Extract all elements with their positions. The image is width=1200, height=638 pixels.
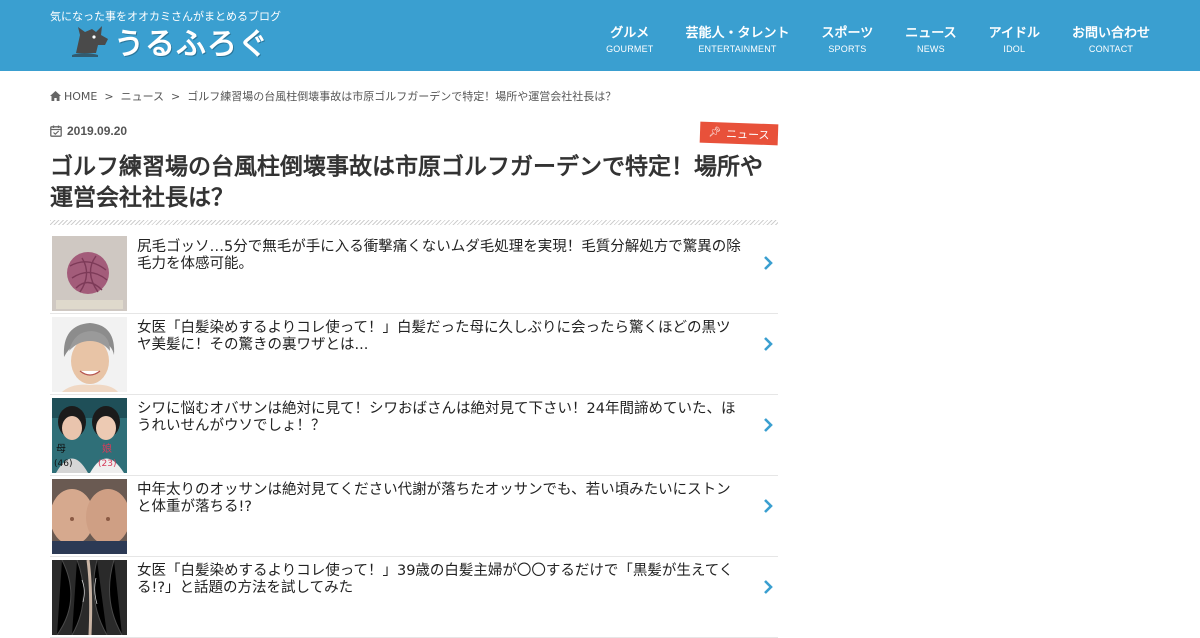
category-badge-label: ニュース — [725, 127, 770, 142]
breadcrumb-separator: > — [104, 89, 114, 103]
breadcrumb: HOME > ニュース > ゴルフ練習場の台風柱倒壊事故は市原ゴルフガーデンで特… — [50, 88, 616, 104]
chevron-right-icon — [764, 256, 773, 270]
list-item-title: 女医「白髪染めするよりコレ使って！」白髪だった母に久しぶりに会ったら驚くほどの黒… — [137, 320, 731, 353]
nav-item-news[interactable]: ニュース NEWS — [905, 26, 956, 56]
title-divider — [50, 220, 778, 225]
nav-item-idol[interactable]: アイドル IDOL — [989, 26, 1040, 56]
breadcrumb-home-link[interactable]: HOME — [64, 90, 97, 103]
pin-icon: 📌︎ — [708, 126, 722, 139]
article-title: ゴルフ練習場の台風柱倒壊事故は市原ゴルフガーデンで特定！場所や運営会社社長は？ — [50, 154, 763, 211]
nav-label: ニュース — [905, 26, 957, 41]
gray-hair-woman-thumbnail — [52, 317, 127, 392]
chevron-right-icon — [764, 580, 773, 594]
nav-label: 芸能人・タレント — [685, 26, 790, 41]
post-date-text: 2019.09.20 — [67, 124, 128, 138]
belly-thumbnail — [52, 479, 127, 554]
main-nav: グルメ GOURMET 芸能人・タレント ENTERTAINMENT スポーツ … — [574, 26, 1150, 56]
nav-sublabel: IDOL — [1003, 44, 1026, 54]
category-badge[interactable]: 📌︎ ニュース — [699, 121, 779, 146]
hair-removal-thumbnail — [52, 236, 127, 311]
site-logo[interactable]: うるふろぐ — [72, 22, 269, 62]
nav-label: スポーツ — [821, 26, 874, 41]
nav-item-sports[interactable]: スポーツ SPORTS — [822, 26, 874, 56]
nav-item-entertainment[interactable]: 芸能人・タレント ENTERTAINMENT — [686, 26, 790, 56]
logo-text: うるふろぐ — [114, 27, 269, 62]
list-item[interactable]: 尻毛ゴッソ…5分で無毛が手に入る衝撃痛くないムダ毛処理を実現！毛質分解処方で驚異… — [50, 233, 778, 314]
nav-item-gourmet[interactable]: グルメ GOURMET — [606, 26, 653, 56]
breadcrumb-category-link[interactable]: ニュース — [121, 88, 164, 104]
post-date: 2019.09.20 — [50, 124, 127, 138]
nav-item-contact[interactable]: お問い合わせ CONTACT — [1072, 26, 1150, 56]
nav-label: アイドル — [988, 26, 1040, 41]
calendar-icon — [50, 125, 62, 137]
list-item-title: 尻毛ゴッソ…5分で無毛が手に入る衝撃痛くないムダ毛処理を実現！毛質分解処方で驚異… — [137, 239, 741, 272]
thumb-label: (23) — [98, 459, 116, 469]
chevron-right-icon — [764, 499, 773, 513]
mother-daughter-thumbnail: 母 (46) 娘 (23) — [52, 398, 127, 473]
breadcrumb-current: ゴルフ練習場の台風柱倒壊事故は市原ゴルフガーデンで特定！場所や運営会社社長は？ — [187, 90, 617, 103]
nav-sublabel: CONTACT — [1088, 44, 1134, 54]
list-item-title: シワに悩むオバサンは絶対に見て！シワおばさんは絶対見て下さい！24年間諦めていた… — [137, 401, 736, 434]
chevron-right-icon — [764, 337, 773, 351]
home-icon — [50, 91, 61, 101]
thumb-label: 娘 — [102, 442, 112, 455]
breadcrumb-separator: > — [171, 89, 181, 103]
nav-label: お問い合わせ — [1071, 26, 1150, 41]
list-item-title: 女医「白髪染めするよりコレ使って！」39歳の白髪主婦が〇〇するだけで「黒髪が生え… — [137, 563, 734, 596]
related-articles-list: 尻毛ゴッソ…5分で無毛が手に入る衝撃痛くないムダ毛処理を実現！毛質分解処方で驚異… — [50, 233, 778, 638]
scalp-thumbnail — [52, 560, 127, 635]
wolf-logo-icon — [72, 26, 108, 57]
list-item[interactable]: 母 (46) 娘 (23) シワに悩むオバサンは絶対に見て！シワおばさんは絶対見… — [50, 395, 778, 476]
nav-sublabel: NEWS — [917, 44, 945, 54]
site-header: 気になった事をオオカミさんがまとめるブログ うるふろぐ グルメ GOURMET … — [0, 0, 1200, 71]
list-item-title: 中年太りのオッサンは絶対見てください代謝が落ちたオッサンでも、若い頃みたいにスト… — [137, 482, 731, 515]
nav-sublabel: GOURMET — [606, 44, 654, 54]
chevron-right-icon — [764, 418, 773, 432]
nav-sublabel: SPORTS — [828, 44, 867, 54]
list-item[interactable]: 女医「白髪染めするよりコレ使って！」39歳の白髪主婦が〇〇するだけで「黒髪が生え… — [50, 557, 778, 638]
nav-label: グルメ — [610, 26, 650, 41]
thumb-label: (46) — [54, 459, 72, 469]
thumb-label: 母 — [56, 443, 66, 455]
nav-sublabel: ENTERTAINMENT — [698, 44, 777, 54]
list-item[interactable]: 女医「白髪染めするよりコレ使って！」白髪だった母に久しぶりに会ったら驚くほどの黒… — [50, 314, 778, 395]
list-item[interactable]: 中年太りのオッサンは絶対見てください代謝が落ちたオッサンでも、若い頃みたいにスト… — [50, 476, 778, 557]
